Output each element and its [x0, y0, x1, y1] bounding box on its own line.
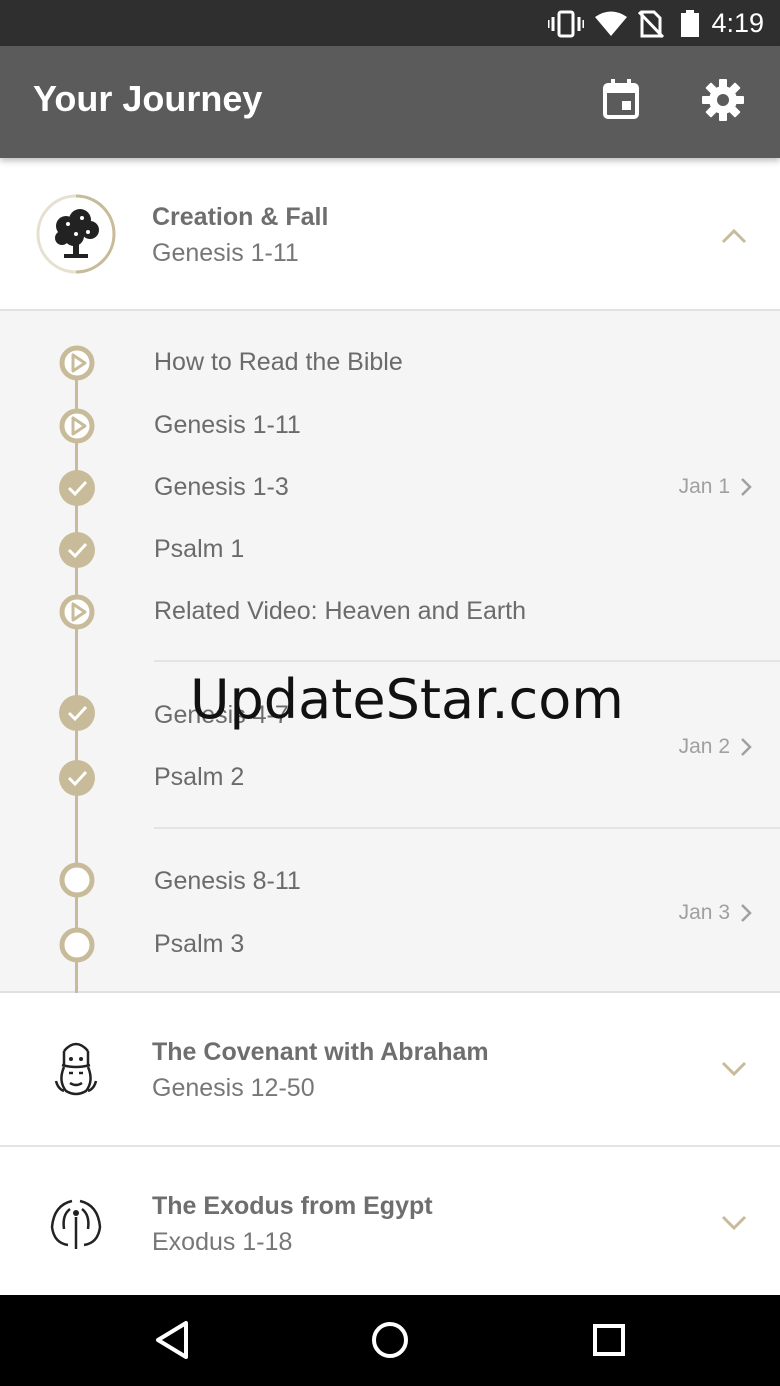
check-icon[interactable] [58, 531, 96, 569]
play-icon[interactable] [58, 407, 96, 445]
page-title: Your Journey [33, 78, 263, 119]
list-item[interactable]: Genesis 8-11 [154, 867, 301, 896]
section-title: The Exodus from Egypt [152, 1192, 433, 1220]
recents-icon[interactable] [586, 1317, 632, 1363]
circle-icon[interactable] [58, 861, 96, 899]
app-bar: Your Journey [0, 46, 780, 158]
sea-parting-icon [50, 1199, 102, 1249]
abraham-face-icon [54, 1042, 98, 1096]
list-item[interactable]: Genesis 1-3 [154, 473, 289, 502]
list-item[interactable]: Psalm 3 [154, 930, 244, 959]
vibrate-icon [548, 10, 584, 38]
check-icon[interactable] [58, 694, 96, 732]
check-icon[interactable] [58, 469, 96, 507]
tree-icon [36, 194, 116, 274]
group-divider [154, 660, 780, 662]
section-subtitle: Exodus 1-18 [152, 1228, 293, 1256]
section-title: The Covenant with Abraham [152, 1038, 489, 1066]
section-subtitle: Genesis 12-50 [152, 1074, 315, 1102]
check-icon[interactable] [58, 759, 96, 797]
section-title: Creation & Fall [152, 203, 329, 231]
date-link[interactable]: Jan 1 [679, 475, 752, 499]
list-item[interactable]: Psalm 1 [154, 535, 244, 564]
chevron-right-icon [741, 478, 752, 497]
list-item[interactable]: Psalm 2 [154, 763, 244, 792]
status-time: 4:19 [711, 8, 764, 38]
chevron-right-icon [741, 904, 752, 923]
home-icon[interactable] [367, 1317, 413, 1363]
group-divider [154, 827, 780, 829]
no-sim-icon [638, 10, 664, 38]
section-header-exodus[interactable]: The Exodus from Egypt Exodus 1-18 [0, 1147, 780, 1295]
section-subtitle: Genesis 1-11 [152, 239, 299, 267]
status-bar: 4:19 [0, 0, 780, 46]
back-icon[interactable] [150, 1317, 196, 1363]
chevron-down-icon[interactable] [720, 1214, 748, 1232]
watermark: UpdateStar.com [190, 668, 624, 731]
date-link[interactable]: Jan 3 [679, 901, 752, 925]
list-item[interactable]: How to Read the Bible [154, 348, 403, 377]
navigation-bar [0, 1295, 780, 1386]
chevron-right-icon [741, 738, 752, 757]
play-icon[interactable] [58, 593, 96, 631]
battery-icon [681, 10, 699, 37]
list-item[interactable]: Related Video: Heaven and Earth [154, 597, 526, 626]
section-header-abraham[interactable]: The Covenant with Abraham Genesis 12-50 [0, 993, 780, 1147]
date-link[interactable]: Jan 2 [679, 735, 752, 759]
calendar-icon[interactable] [597, 76, 645, 124]
gear-icon[interactable] [699, 76, 747, 124]
reading-list: How to Read the Bible Genesis 1-11 Genes… [0, 311, 780, 993]
section-header-creation[interactable]: Creation & Fall Genesis 1-11 [0, 158, 780, 311]
play-icon[interactable] [58, 344, 96, 382]
circle-icon[interactable] [58, 926, 96, 964]
chevron-down-icon[interactable] [720, 1060, 748, 1078]
list-item[interactable]: Genesis 1-11 [154, 411, 301, 440]
wifi-icon [595, 11, 627, 36]
chevron-up-icon[interactable] [720, 227, 748, 245]
